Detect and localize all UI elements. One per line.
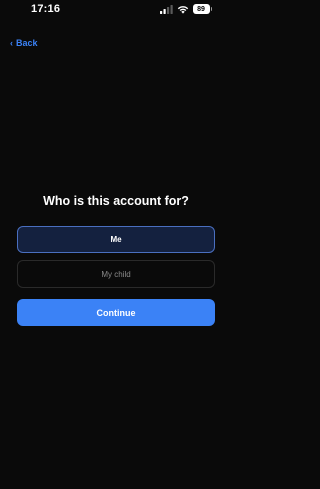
page-title: Who is this account for? [43, 194, 189, 208]
battery-level: 89 [192, 4, 210, 14]
battery-cap [210, 7, 212, 11]
option-me-label: Me [110, 235, 122, 244]
option-my-child[interactable]: My child [17, 260, 215, 288]
option-my-child-label: My child [101, 269, 131, 279]
continue-button[interactable]: Continue [17, 299, 215, 326]
chevron-left-icon: ‹ [10, 37, 13, 48]
battery-icon: 89 [192, 4, 212, 14]
status-icons: 89 [159, 3, 212, 15]
option-me[interactable]: Me [17, 226, 215, 253]
wifi-icon [177, 5, 188, 14]
status-bar: 17:16 89 [0, 0, 232, 20]
back-label: Back [16, 38, 38, 48]
status-time: 17:16 [31, 3, 61, 15]
back-button[interactable]: ‹ Back [10, 38, 38, 48]
signal-icon [159, 4, 173, 14]
